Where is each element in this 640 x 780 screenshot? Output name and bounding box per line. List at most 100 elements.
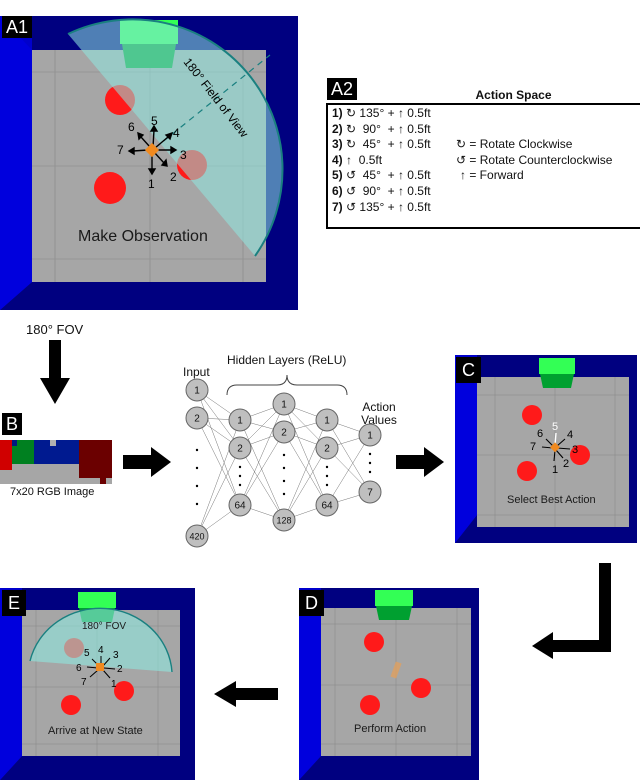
ellipsis-dot: [368, 452, 372, 456]
rotate-ccw-icon: ↺: [346, 183, 357, 198]
forward-icon: ↑: [397, 121, 404, 136]
action-space-title: Action Space: [475, 88, 552, 102]
arena-wall-side: [0, 16, 32, 310]
node-label: 1: [281, 400, 287, 411]
agent-icon: [96, 663, 104, 671]
action-label-3: 3: [113, 650, 119, 661]
ellipsis-dot: [325, 483, 329, 487]
action-row: 6) ↺ 90° + ↑ 0.5ft: [332, 183, 431, 198]
ball-2: [61, 695, 81, 715]
action-label-4: 4: [173, 126, 180, 140]
output-node: 7: [358, 480, 382, 504]
panel-tag-d: D: [299, 590, 324, 616]
action-label-3: 3: [180, 148, 187, 162]
node-label: 2: [324, 444, 330, 455]
action-label-3: 3: [572, 444, 578, 456]
rotate-ccw-icon: ↺: [456, 152, 467, 167]
hidden1-node: 2: [228, 436, 252, 460]
ball-3: [411, 678, 431, 698]
panel-c-scene: 1 2 3 4 5 6 7 Select Best Action: [455, 355, 637, 543]
hidden1-node: 1: [228, 408, 252, 432]
right-arrow-icon: [396, 447, 444, 477]
ellipsis-dot: [282, 466, 286, 470]
ellipsis-dot: [368, 461, 372, 465]
node-label: 1: [194, 386, 200, 397]
node-label: 7: [367, 488, 373, 499]
panel-d-scene: Perform Action: [299, 588, 479, 780]
fov-label: 180° FOV: [82, 621, 126, 632]
action-label-1: 1: [111, 679, 117, 690]
action-label-2: 2: [117, 664, 123, 675]
node-label: 420: [189, 532, 204, 542]
ellipsis-dot: [282, 479, 286, 483]
forward-icon: ↑: [346, 152, 353, 167]
left-arrow-icon: [214, 681, 278, 707]
action-label-5: 5: [84, 648, 90, 659]
ball-2: [517, 461, 537, 481]
hidden3-node: 64: [315, 493, 339, 517]
action-row: 3) ↻ 45° + ↑ 0.5ft: [332, 137, 431, 152]
goal-block-front: [540, 374, 574, 388]
ball-2: [94, 172, 126, 204]
ball-3: [114, 681, 134, 701]
rotate-cw-icon: ↻: [346, 106, 357, 120]
hidden2-node: 2: [272, 420, 296, 444]
legend-item: ↻ = Rotate Clockwise: [456, 137, 573, 151]
hidden-layers-bracket: [226, 374, 348, 396]
hidden3-node: 2: [315, 436, 339, 460]
action-label-7: 7: [117, 143, 124, 157]
node-label: 128: [276, 516, 291, 526]
hidden3-node: 1: [315, 408, 339, 432]
action-row: 7) ↺ 135° + ↑ 0.5ft: [332, 199, 431, 214]
goal-block-top: [78, 592, 116, 608]
node-label: 2: [194, 414, 200, 425]
ellipsis-dot: [195, 448, 199, 452]
ellipsis-dot: [238, 474, 242, 478]
rotate-ccw-icon: ↺: [346, 199, 357, 214]
panel-caption: Arrive at New State: [48, 725, 143, 737]
fov-arrow-label: 180° FOV: [26, 322, 84, 337]
right-arrow-icon: [123, 447, 171, 477]
goal-block-top: [375, 590, 413, 606]
action-row: 4) ↑ 0.5ft: [332, 152, 383, 167]
ellipsis-dot: [282, 453, 286, 457]
forward-icon: ↑: [397, 137, 404, 152]
rotate-cw-icon: ↻: [346, 121, 357, 136]
action-label-2: 2: [563, 458, 569, 470]
goal-block-front: [376, 606, 412, 620]
action-label-6: 6: [537, 428, 543, 440]
action-label-4: 4: [567, 429, 573, 441]
action-list: 1) ↻ 135° + ↑ 0.5ft 2) ↻ 90° + ↑ 0.5ft 3…: [332, 106, 431, 215]
ellipsis-dot: [195, 502, 199, 506]
hidden1-node: 64: [228, 493, 252, 517]
ball-1: [364, 632, 384, 652]
action-label-2: 2: [170, 170, 177, 184]
ball-2: [360, 695, 380, 715]
forward-icon: ↑: [397, 168, 404, 183]
forward-icon: ↑: [397, 199, 404, 214]
ellipsis-dot: [238, 465, 242, 469]
action-label-1: 1: [552, 464, 558, 476]
panel-tag-b: B: [2, 413, 23, 435]
hidden2-node: 128: [272, 508, 296, 532]
rotate-cw-icon: ↻: [456, 137, 467, 151]
panel-caption: Make Observation: [78, 228, 208, 245]
forward-icon: ↑: [397, 106, 404, 120]
ellipsis-dot: [368, 470, 372, 474]
action-row: 1) ↻ 135° + ↑ 0.5ft: [332, 106, 431, 120]
ball-1: [522, 405, 542, 425]
panel-tag-e: E: [2, 590, 27, 616]
selected-action-label: 5: [552, 421, 558, 433]
input-node: 2: [185, 406, 209, 430]
rgb-image-caption: 7x20 RGB Image: [10, 486, 95, 498]
action-label-6: 6: [76, 663, 82, 674]
node-label: 2: [237, 444, 243, 455]
node-label: 2: [281, 428, 287, 439]
ellipsis-dot: [325, 465, 329, 469]
output-node: 1: [358, 423, 382, 447]
node-label: 1: [367, 431, 373, 442]
action-label-7: 7: [530, 441, 536, 453]
ellipsis-dot: [195, 466, 199, 470]
node-label: 1: [237, 416, 243, 427]
panel-a1-scene: 1 2 3 4 5 6 7 180° Field of View Make Ob…: [0, 16, 298, 310]
